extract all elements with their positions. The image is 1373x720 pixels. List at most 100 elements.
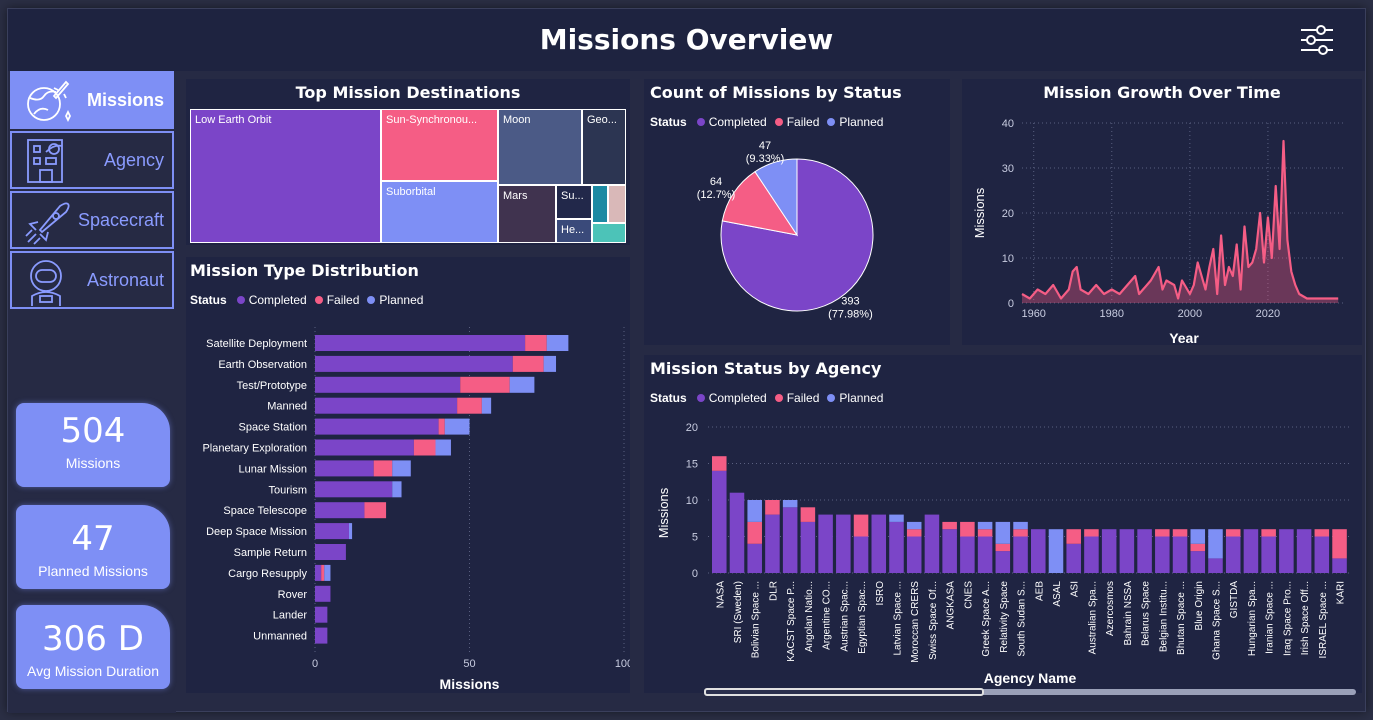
y-tick-label: 0 bbox=[692, 568, 698, 580]
x-tick-label: 2020 bbox=[1256, 308, 1280, 320]
treemap-tile[interactable]: He... bbox=[556, 219, 592, 243]
bar-segment bbox=[315, 544, 346, 560]
legend-planned[interactable]: Planned bbox=[839, 115, 883, 129]
bar-segment bbox=[906, 536, 922, 573]
agency-panel: Mission Status by Agency Status Complete… bbox=[644, 355, 1362, 696]
bar-segment bbox=[995, 521, 1011, 544]
category-label: Austrian Spac... bbox=[839, 581, 850, 652]
nav-item-missions[interactable]: Missions bbox=[10, 71, 174, 129]
horizontal-scrollbar-thumb[interactable] bbox=[704, 688, 984, 696]
nav-item-spacecraft[interactable]: Spacecraft bbox=[10, 191, 174, 249]
bar-segment bbox=[1048, 529, 1064, 573]
bar-segment bbox=[315, 564, 322, 581]
growth-panel: Mission Growth Over Time 0 10 20 30 40 1960 19… bbox=[962, 79, 1362, 345]
category-label: Irish Space Off... bbox=[1300, 581, 1311, 655]
bar-segment bbox=[1155, 529, 1170, 537]
category-label: Sample Return bbox=[234, 547, 307, 559]
bar-segment bbox=[1137, 529, 1152, 573]
treemap-tile[interactable]: Su... bbox=[556, 185, 592, 219]
treemap-tile[interactable] bbox=[592, 185, 608, 223]
bar-segment bbox=[315, 606, 328, 623]
bar-segment bbox=[413, 439, 436, 456]
pie-data-label-line: (77.98%) bbox=[828, 308, 873, 320]
treemap-tile[interactable] bbox=[592, 223, 626, 243]
x-tick-label: 50 bbox=[463, 658, 475, 670]
bar-segment bbox=[765, 500, 780, 515]
page-title: Missions Overview bbox=[539, 23, 834, 56]
bar-segment bbox=[853, 536, 869, 573]
y-tick-label: 10 bbox=[1002, 253, 1014, 265]
legend: Status Completed Failed Planned bbox=[190, 293, 423, 307]
legend-dot-completed bbox=[696, 118, 705, 126]
category-label: Azercosmos bbox=[1105, 581, 1116, 636]
kpi-card-planned: 47 Planned Missions bbox=[16, 505, 170, 589]
treemap-tile[interactable]: Sun-Synchronou... bbox=[381, 109, 498, 181]
treemap-tile[interactable]: Moon bbox=[498, 109, 582, 185]
treemap-tile[interactable] bbox=[608, 185, 626, 223]
mission-type-chart: 0 50 100 Satellite Deployment Earth Observat… bbox=[202, 327, 630, 692]
x-tick-label: 1960 bbox=[1021, 308, 1045, 320]
bar-segment bbox=[977, 521, 993, 530]
bar-segment bbox=[1190, 529, 1206, 544]
bar-segment bbox=[800, 521, 816, 573]
category-label: Test/Prototype bbox=[237, 380, 307, 392]
category-label: CNES bbox=[963, 581, 974, 609]
kpi-card-missions: 504 Missions bbox=[16, 403, 170, 487]
treemap-tile[interactable]: Suborbital bbox=[381, 181, 498, 243]
bar-segment bbox=[1314, 529, 1330, 537]
category-label: South Sudan S... bbox=[1017, 581, 1028, 657]
bar-segment bbox=[315, 376, 461, 393]
nav-item-agency[interactable]: Agency bbox=[10, 131, 174, 189]
pie-data-label-line: (12.7%) bbox=[697, 189, 736, 201]
y-tick-label: 0 bbox=[1008, 298, 1014, 310]
nav-label: Spacecraft bbox=[77, 209, 164, 230]
legend-failed[interactable]: Failed bbox=[327, 293, 360, 307]
category-label: Bahrain NSSA bbox=[1123, 581, 1134, 646]
bar-segment bbox=[906, 521, 922, 530]
kpi-caption: Missions bbox=[65, 455, 121, 471]
building-icon bbox=[27, 139, 63, 183]
treemap-tile[interactable]: Geo... bbox=[582, 109, 626, 185]
bar-segment bbox=[1013, 521, 1028, 530]
treemap-panel: Top Mission Destinations Low Earth Orbit… bbox=[186, 79, 630, 245]
bar-segment bbox=[1172, 529, 1188, 537]
bar-segment bbox=[315, 355, 513, 372]
legend-completed[interactable]: Completed bbox=[249, 293, 307, 307]
treemap-tile[interactable]: Low Earth Orbit bbox=[190, 109, 381, 243]
category-label: Lunar Mission bbox=[239, 463, 307, 475]
agency-chart: 0 5 10 15 20 NASA SRI (Sweden) Bolivian Space .… bbox=[656, 422, 1350, 686]
category-label: KARI bbox=[1336, 581, 1347, 604]
bar-segment bbox=[315, 418, 439, 435]
bar-segment bbox=[1296, 529, 1312, 573]
bar-segment bbox=[871, 514, 887, 573]
legend-dot-planned bbox=[367, 296, 376, 304]
y-axis-title: Missions bbox=[972, 187, 987, 238]
category-label: ASI bbox=[1070, 581, 1081, 597]
bar-segment bbox=[1119, 529, 1135, 573]
bar-segment bbox=[853, 514, 869, 537]
treemap-tile[interactable]: Mars bbox=[498, 185, 556, 243]
pie-data-label: 47 (9.33%) bbox=[746, 140, 785, 165]
bar-segment bbox=[315, 439, 414, 456]
y-tick-label: 20 bbox=[1002, 208, 1014, 220]
nav-item-astronaut[interactable]: Astronaut bbox=[10, 251, 174, 309]
pie-data-label-line: 393 bbox=[841, 295, 859, 307]
y-tick-label: 40 bbox=[1002, 118, 1014, 130]
bar-segment bbox=[321, 564, 325, 581]
filter-sliders-icon[interactable] bbox=[1297, 21, 1337, 59]
category-label: Space Station bbox=[239, 422, 308, 434]
category-label: Angolan Natio... bbox=[804, 581, 815, 652]
legend-planned[interactable]: Planned bbox=[379, 293, 423, 307]
bar-segment bbox=[1332, 529, 1347, 559]
kpi-value: 47 bbox=[71, 519, 115, 559]
astronaut-icon bbox=[30, 260, 62, 306]
bar-segment bbox=[1208, 558, 1223, 573]
pie-data-label-line: 47 bbox=[759, 140, 771, 152]
legend-completed[interactable]: Completed bbox=[709, 115, 767, 129]
category-label: DLR bbox=[768, 581, 779, 601]
category-label: Moroccan CRERS bbox=[910, 581, 921, 663]
category-label: Egyptian Spac... bbox=[857, 581, 868, 654]
bar-segment bbox=[1243, 529, 1259, 573]
legend-failed[interactable]: Failed bbox=[787, 115, 820, 129]
x-axis-title: Agency Name bbox=[984, 670, 1077, 686]
